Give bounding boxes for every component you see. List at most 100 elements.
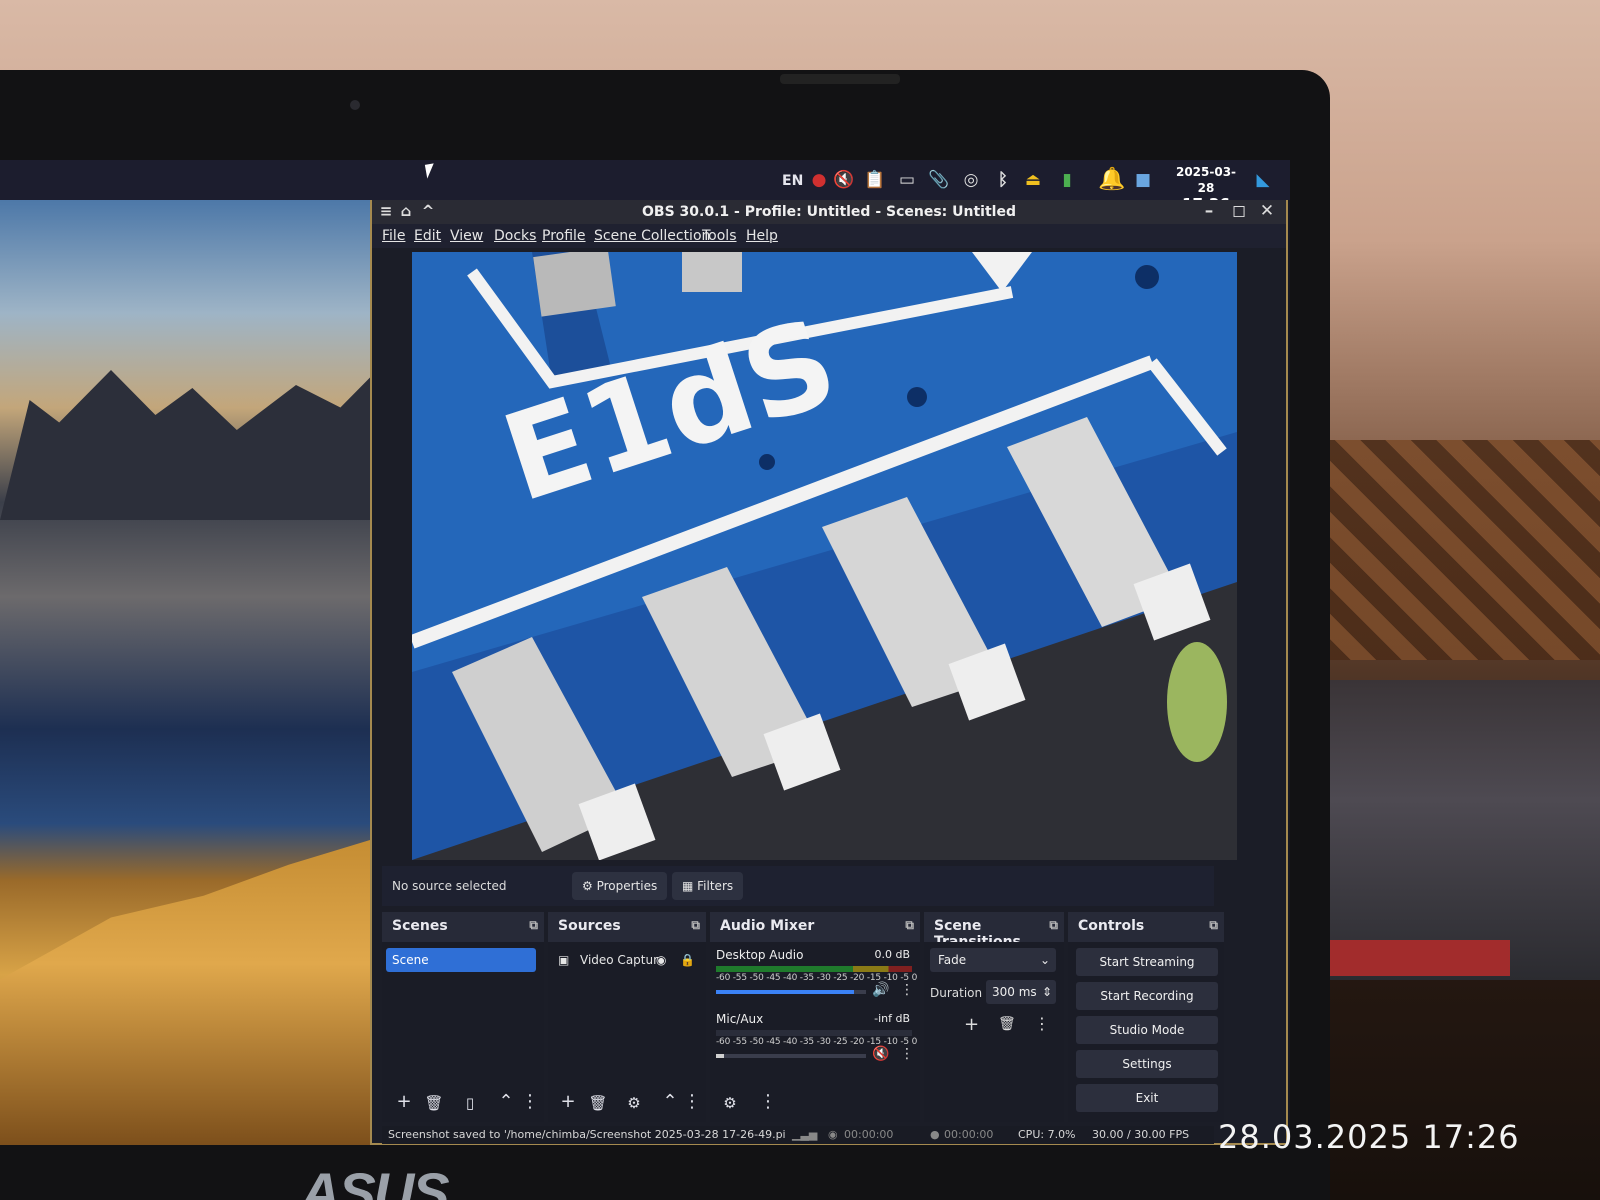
more-icon[interactable]: ⋮ (756, 1091, 780, 1112)
top-panel: EN ● 🔇 📋 ▭ 📎 ◎ ᛒ ⏏ ▮ 🔔 ■ 2025-03-28 17:2… (0, 160, 1290, 212)
bell-icon[interactable]: 🔔 (1098, 169, 1125, 191)
close-icon[interactable]: ✕ (1256, 201, 1278, 221)
menu-edit[interactable]: Edit (414, 228, 441, 244)
start-recording-button[interactable]: Start Recording (1076, 982, 1218, 1010)
add-scene-icon[interactable]: + (392, 1091, 416, 1112)
rec-icon: ● (930, 1128, 940, 1141)
show-desktop-icon[interactable]: ◣ (1252, 169, 1274, 191)
menu-docks[interactable]: Docks (494, 228, 536, 244)
move-up-icon[interactable]: ⌃ (494, 1091, 518, 1112)
float-icon[interactable]: ⧉ (1209, 918, 1218, 933)
status-bar: Screenshot saved to '/home/chimba/Screen… (382, 1126, 1214, 1144)
speaker-icon[interactable]: 🔊 (872, 982, 889, 998)
controls-dock: Controls ⧉ Start Streaming Start Recordin… (1068, 912, 1224, 1122)
maximize-icon[interactable]: ◻ (1228, 201, 1250, 221)
more-icon[interactable]: ⋮ (680, 1091, 704, 1112)
source-properties-icon[interactable]: ⚙ (622, 1094, 646, 1112)
photo-scene: EN ● 🔇 📋 ▭ 📎 ◎ ᛒ ⏏ ▮ 🔔 ■ 2025-03-28 17:2… (0, 0, 1600, 1200)
visibility-eye-icon[interactable]: ◉ (656, 948, 666, 972)
audio-settings-icon[interactable]: ⚙ (718, 1094, 742, 1112)
transition-menu-icon[interactable]: ⋮ (1034, 1014, 1050, 1033)
fps: 30.00 / 30.00 FPS (1092, 1128, 1190, 1141)
add-transition-icon[interactable]: + (964, 1014, 979, 1035)
exit-button[interactable]: Exit (1076, 1084, 1218, 1112)
sources-dock: Sources ⧉ ▣ Video Captur ◉ 🔒 + 🗑 ⚙ ⌃ ⋮ (548, 912, 706, 1122)
obs-window: ≡ ⌂ ^ OBS 30.0.1 - Profile: Untitled - S… (370, 200, 1288, 1145)
scene-filters-icon[interactable]: ▯ (458, 1094, 482, 1112)
laptop-logo: ASUS (300, 1161, 450, 1200)
menu-scene-collection[interactable]: Scene Collection (594, 228, 710, 244)
webcam (350, 100, 360, 110)
lock-icon[interactable]: 🔒 (680, 948, 695, 972)
source-item[interactable]: ▣ Video Captur ◉ 🔒 (552, 948, 702, 972)
duration-spinbox[interactable]: 300 ms ⇕ (986, 980, 1056, 1004)
desktop-icon[interactable]: ■ (1132, 169, 1154, 191)
volume-meter (716, 1030, 912, 1036)
volume-slider[interactable] (716, 990, 866, 994)
scene-item[interactable]: Scene (386, 948, 536, 972)
title-bar[interactable]: ≡ ⌂ ^ OBS 30.0.1 - Profile: Untitled - S… (372, 200, 1286, 224)
clipboard-icon[interactable]: 📋 (864, 169, 886, 191)
pcb-closeup: E1dS (412, 252, 1237, 860)
scenes-header: Scenes ⧉ (382, 912, 544, 942)
add-source-icon[interactable]: + (556, 1091, 580, 1112)
settings-button[interactable]: Settings (1076, 1050, 1218, 1078)
transition-select[interactable]: Fade ⌄ (930, 948, 1056, 972)
speaker-muted-icon[interactable]: 🔇 (872, 1046, 889, 1062)
float-icon[interactable]: ⧉ (1049, 918, 1058, 933)
chromium-icon[interactable]: ◎ (960, 169, 982, 191)
no-source-label: No source selected (392, 879, 507, 893)
volume-slider[interactable] (716, 1054, 866, 1058)
start-streaming-button[interactable]: Start Streaming (1076, 948, 1218, 976)
cpu-usage: CPU: 7.0% (1018, 1128, 1076, 1141)
menu-help[interactable]: Help (746, 228, 778, 244)
stream-icon: ◉ (828, 1128, 838, 1141)
battery-icon[interactable]: ▮ (1056, 169, 1078, 191)
more-icon[interactable]: ⋮ (518, 1091, 542, 1112)
float-icon[interactable]: ⧉ (529, 918, 538, 933)
scenes-dock: Scenes ⧉ Scene + 🗑 ▯ ⌃ ⋮ (382, 912, 544, 1122)
channel-level: 0.0 dB (874, 948, 910, 961)
move-up-icon[interactable]: ⌃ (658, 1091, 682, 1112)
properties-button[interactable]: ⚙ Properties (572, 872, 668, 900)
gear-icon: ⚙ (582, 879, 597, 893)
channel-name: Mic/Aux (716, 1012, 764, 1026)
menu-file[interactable]: File (382, 228, 405, 244)
channel-menu-icon[interactable]: ⋮ (900, 982, 914, 998)
float-icon[interactable]: ⧉ (691, 918, 700, 933)
menu-profile[interactable]: Profile (542, 228, 586, 244)
keyboard-layout[interactable]: EN (782, 170, 803, 192)
minimize-icon[interactable]: – (1198, 201, 1220, 221)
mountain-peaks (0, 370, 370, 520)
filters-button[interactable]: ▦ Filters (672, 872, 744, 900)
speaker-muted-icon[interactable]: 🔇 (833, 169, 855, 191)
eject-icon[interactable]: ⏏ (1022, 169, 1044, 191)
scene-transitions-header: Scene Transitions⧉ (924, 912, 1064, 950)
volume-meter (716, 966, 912, 972)
remove-scene-icon[interactable]: 🗑 (422, 1094, 446, 1112)
channel-level: -inf dB (874, 1012, 910, 1025)
menu-bar: File Edit View Docks Profile Scene Colle… (372, 224, 1286, 248)
remove-transition-icon[interactable]: 🗑 (998, 1016, 1016, 1032)
mic-icon[interactable]: ● (808, 169, 830, 191)
laptop-screen: EN ● 🔇 📋 ▭ 📎 ◎ ᛒ ⏏ ▮ 🔔 ■ 2025-03-28 17:2… (0, 160, 1290, 1145)
channel-menu-icon[interactable]: ⋮ (900, 1046, 914, 1062)
channel-name: Desktop Audio (716, 948, 804, 962)
mouse-cursor-icon (424, 163, 437, 179)
screen-icon[interactable]: ▭ (896, 169, 918, 191)
remove-source-icon[interactable]: 🗑 (586, 1094, 610, 1112)
paperclip-icon[interactable]: 📎 (928, 169, 950, 191)
studio-mode-button[interactable]: Studio Mode (1076, 1016, 1218, 1044)
menu-tools[interactable]: Tools (702, 228, 737, 244)
couch-pattern (1300, 440, 1600, 660)
menu-view[interactable]: View (450, 228, 483, 244)
signal-icon: ▁▃▅ (792, 1128, 818, 1141)
stream-time: 00:00:00 (844, 1128, 894, 1141)
float-icon[interactable]: ⧉ (905, 918, 914, 933)
photo-timestamp: 28.03.2025 17:26 (1218, 1118, 1520, 1156)
spin-arrows-icon: ⇕ (1041, 985, 1052, 999)
preview-canvas[interactable]: E1dS (412, 252, 1237, 860)
duration-label: Duration (930, 986, 983, 1000)
bluetooth-icon[interactable]: ᛒ (992, 169, 1014, 191)
audio-mixer-dock: Audio Mixer ⧉ Desktop Audio 0.0 dB -60 -5… (710, 912, 920, 1122)
